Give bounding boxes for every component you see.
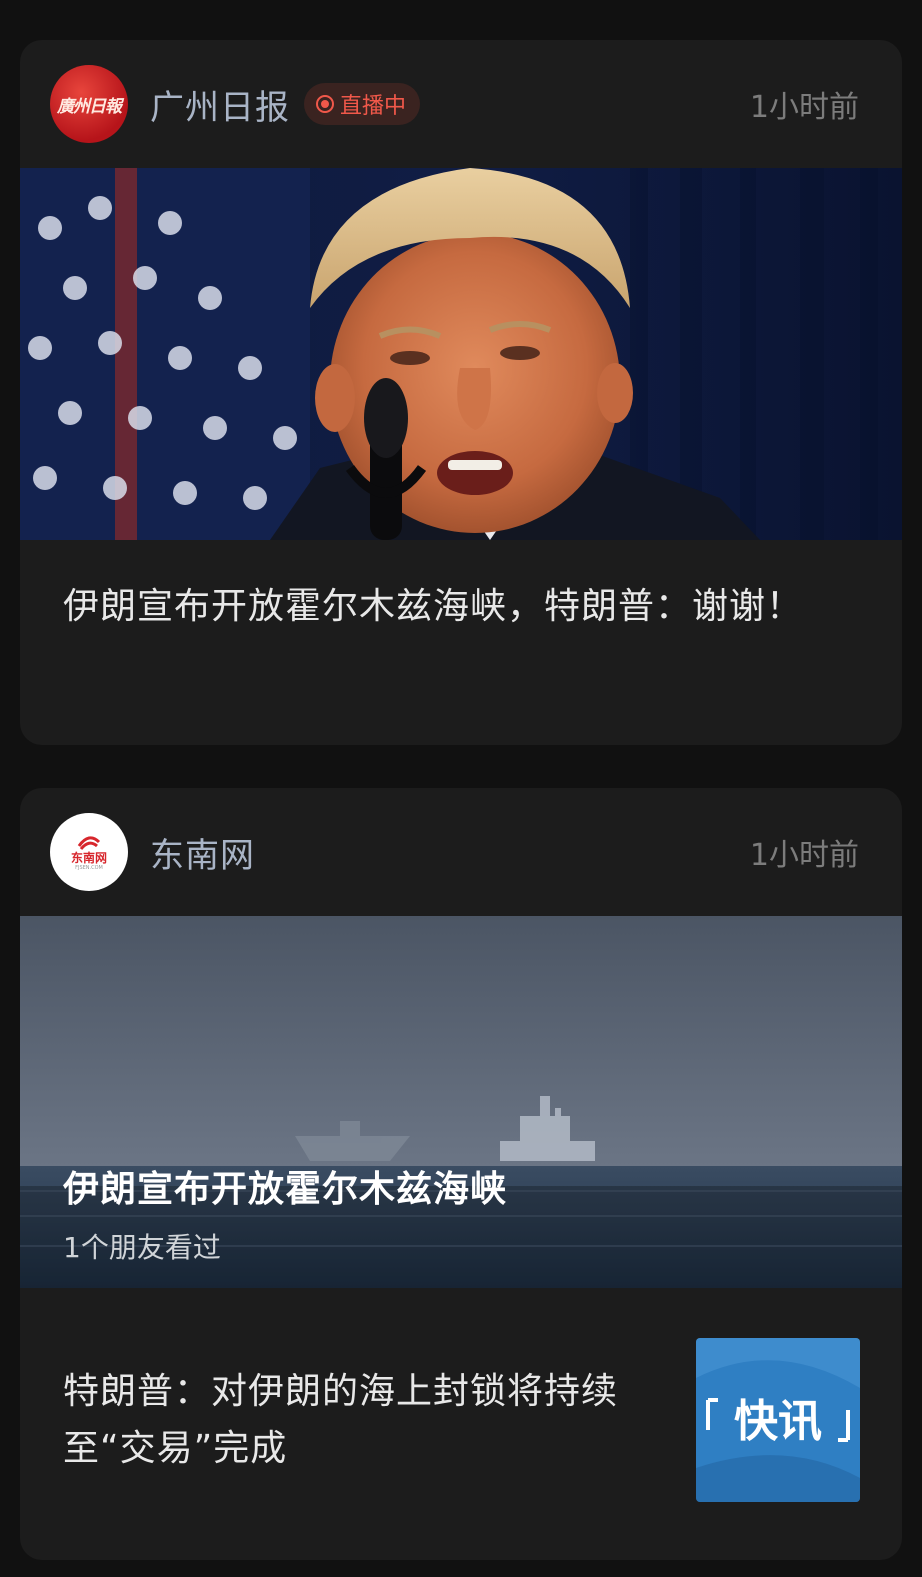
- logo-subtext: FJSEN.COM: [75, 864, 103, 871]
- hero-image[interactable]: [20, 168, 902, 540]
- video-friends-viewed: 1个朋友看过: [63, 1231, 221, 1264]
- thumbnail[interactable]: 快讯: [696, 1338, 860, 1502]
- video-cover[interactable]: 伊朗宣布开放霍尔木兹海峡 1个朋友看过: [20, 916, 902, 1288]
- live-label: 直播中: [340, 94, 407, 119]
- live-dot-icon: [316, 95, 334, 113]
- card-header: 东南网 FJSEN.COM 东南网 1小时前: [20, 788, 902, 916]
- source-name[interactable]: 广州日报: [150, 80, 290, 129]
- headline[interactable]: 伊朗宣布开放霍尔木兹海峡，特朗普：谢谢！: [20, 540, 902, 635]
- timestamp: 1小时前: [749, 838, 859, 873]
- live-badge[interactable]: 直播中: [304, 83, 421, 125]
- headline[interactable]: 特朗普：对伊朗的海上封锁将持续至“交易”完成: [63, 1363, 696, 1477]
- dongnan-logo[interactable]: 东南网 FJSEN.COM: [50, 813, 128, 891]
- list-item[interactable]: 特朗普：对伊朗的海上封锁将持续至“交易”完成 快讯: [20, 1288, 902, 1502]
- thumb-label: 快讯: [734, 1396, 822, 1447]
- card-header: 廣州日報 广州日报 直播中 1小时前: [20, 40, 902, 168]
- news-card-2[interactable]: 东南网 FJSEN.COM 东南网 1小时前 伊朗宣布开放霍尔木兹海峡 1个朋友…: [20, 788, 902, 1560]
- source-name[interactable]: 东南网: [150, 828, 255, 877]
- logo-text: 东南网: [70, 850, 107, 865]
- dongnan-swirl-icon: [77, 835, 101, 850]
- guangzhou-daily-logo[interactable]: 廣州日報: [50, 65, 128, 143]
- logo-text: 廣州日報: [57, 96, 122, 117]
- video-title: 伊朗宣布开放霍尔木兹海峡: [63, 1169, 508, 1210]
- timestamp: 1小时前: [749, 90, 859, 125]
- news-card-1[interactable]: 廣州日報 广州日报 直播中 1小时前 伊朗宣布开放霍尔木兹海峡，特朗普：谢谢！: [20, 40, 902, 745]
